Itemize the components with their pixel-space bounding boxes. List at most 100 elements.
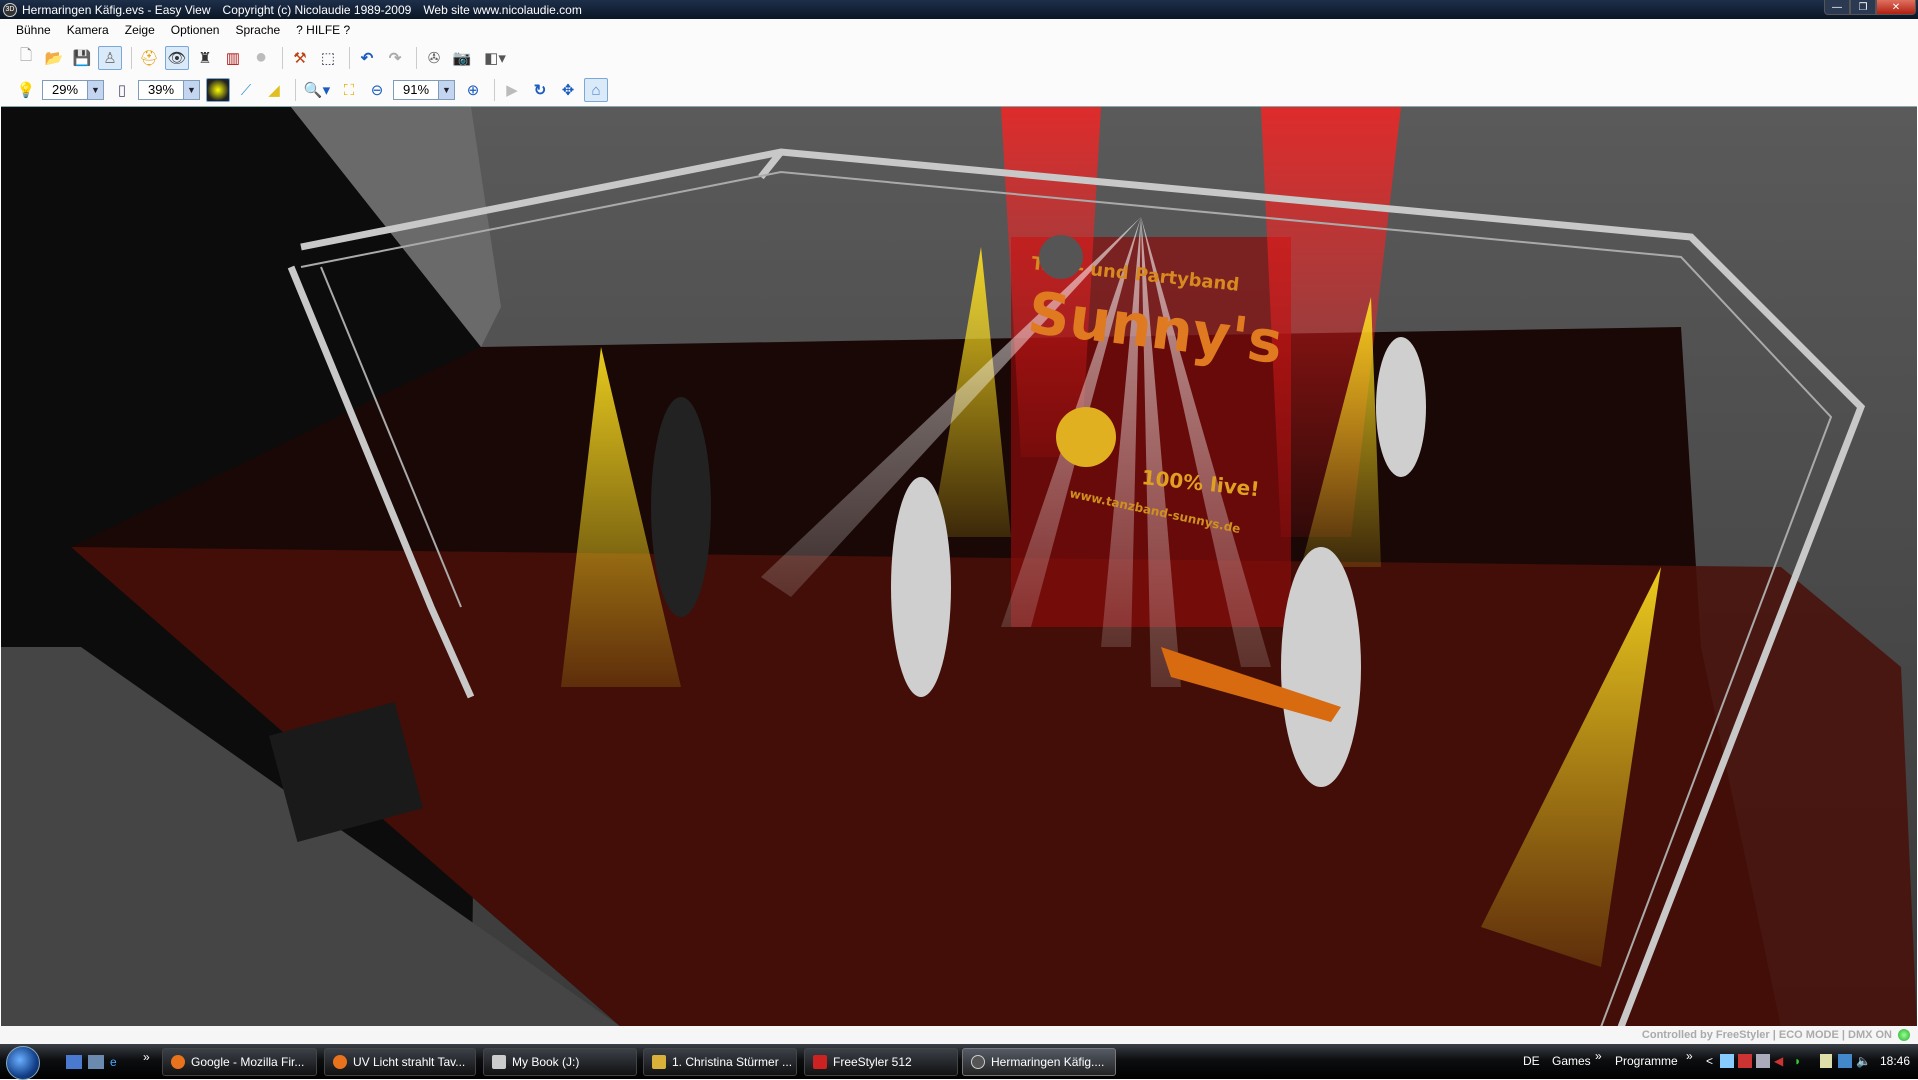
stamp-icon[interactable]: ⚒ [288,46,312,70]
menu-buehne[interactable]: Bühne [16,23,51,37]
taskbar-button-label: FreeStyler 512 [833,1055,912,1069]
redo-icon[interactable]: ↷ [383,46,407,70]
toolbar-games[interactable]: Games [1552,1054,1591,1068]
menu-kamera[interactable]: Kamera [67,23,109,37]
beam-cone-icon[interactable]: ⟋ [234,78,258,102]
maximize-button[interactable]: ❐ [1850,0,1876,15]
zoom-in-dropdown-icon[interactable]: 🔍▾ [301,78,333,102]
quicklaunch-more[interactable]: » [143,1050,159,1064]
show-desktop-icon[interactable] [66,1055,82,1069]
move-icon[interactable]: ✥ [556,78,580,102]
fit-view-icon[interactable]: ⛶ [337,78,361,102]
tray-power-icon[interactable] [1820,1054,1832,1068]
tray-antivirus-icon[interactable] [1738,1054,1752,1068]
chevron-down-icon[interactable]: ▼ [87,81,103,99]
games-chevron[interactable]: » [1595,1049,1602,1063]
switch-windows-icon[interactable] [88,1055,104,1069]
beam-mode-icon[interactable] [206,78,230,102]
home-view-icon[interactable]: ⌂ [584,78,608,102]
tray-speaker-muted-icon[interactable]: ◀ [1774,1054,1783,1068]
render-dropdown-icon[interactable]: ◧▾ [478,46,512,70]
light-level-combo[interactable]: 29% ▼ [42,80,104,100]
mannequin-icon[interactable]: ♙ [98,45,122,70]
controlled-by-text: Controlled by FreeStyler [1641,1029,1770,1041]
moving-head-icon[interactable]: ♜ [193,46,217,70]
zoom-out-icon[interactable]: ⊖ [365,78,389,102]
helmet-icon[interactable]: ⛑ [137,46,161,70]
menu-optionen[interactable]: Optionen [171,23,220,37]
firefox-icon [333,1055,347,1069]
zoom-in-icon[interactable]: ⊕ [461,78,485,102]
taskbar-button-label: Google - Mozilla Fir... [191,1055,305,1069]
3d-stage-viewport[interactable]: Tanz- und Partyband Sunny's 100% live! w… [1,106,1917,1026]
programme-chevron[interactable]: » [1686,1049,1693,1063]
lightbulb-icon[interactable]: 💡 [14,78,38,102]
haze-level-value[interactable]: 39% [139,81,183,99]
menu-zeige[interactable]: Zeige [125,23,155,37]
separator [282,46,283,69]
dmx-icon[interactable]: ▥ [221,46,245,70]
taskbar-button-label: 1. Christina Stürmer ... [672,1055,793,1069]
camera-icon[interactable]: 📷 [450,46,474,70]
menu-sprache[interactable]: Sprache [235,23,280,37]
eco-mode-text: ECO MODE [1778,1029,1839,1041]
taskbar-button-my-book[interactable]: My Book (J:) [483,1048,637,1076]
taskbar-button-christina[interactable]: 1. Christina Stürmer ... [643,1048,797,1076]
freestyler-icon [813,1055,827,1069]
tray-network-icon[interactable] [1838,1054,1852,1068]
rotate-icon[interactable]: ↻ [528,78,552,102]
tray-display-icon[interactable] [1756,1054,1770,1068]
save-icon[interactable]: 💾 [70,46,94,70]
media-icon [652,1055,666,1069]
firefox-icon [171,1055,185,1069]
copyright-text: Copyright (c) Nicolaudie 1989-2009 [222,2,412,17]
app-icon: 3D [3,2,17,17]
minimize-button[interactable]: — [1824,0,1850,15]
toolbar-programme[interactable]: Programme [1615,1054,1678,1068]
view-toolbar: 💡 29% ▼ ▯ 39% ▼ ⟋ ◢ 🔍▾ ⛶ ⊖ 91% ▼ ⊕ ▶ ↻ ✥ ⌂ [0,74,1918,106]
eye-icon[interactable]: 👁 [165,45,189,70]
beam-fill-icon[interactable]: ◢ [262,78,286,102]
dmx-status-led-icon [1898,1029,1910,1041]
language-indicator[interactable]: DE [1523,1054,1540,1068]
tray-volume-icon[interactable]: 🔈 [1856,1054,1871,1068]
menu-bar: Bühne Kamera Zeige Optionen Sprache ? HI… [0,19,1918,41]
website-text: Web site www.nicolaudie.com [423,2,582,17]
sun-logo-icon [1056,407,1116,467]
zoom-level-value[interactable]: 91% [394,81,438,99]
tray-app-icon[interactable] [1720,1054,1734,1068]
taskbar-button-label: UV Licht strahlt Tav... [353,1055,466,1069]
new-file-icon[interactable]: 🗋 [14,46,38,70]
haze-level-combo[interactable]: 39% ▼ [138,80,200,100]
light-level-value[interactable]: 29% [43,81,87,99]
menu-hilfe[interactable]: ? HILFE ? [296,23,350,37]
taskbar-button-easy-view[interactable]: Hermaringen Käfig.... [962,1048,1116,1076]
internet-explorer-icon[interactable]: e [110,1055,126,1069]
film-reel-icon[interactable]: ✇ [422,46,446,70]
main-toolbar: 🗋 📂 💾 ♙ ⛑ 👁 ♜ ▥ ● ⚒ ⬚ ↶ ↷ ✇ 📷 ◧▾ [0,41,1918,74]
cube-icon[interactable]: ⬚ [316,46,340,70]
zoom-level-combo[interactable]: 91% ▼ [393,80,455,100]
separator: | [1772,1029,1776,1041]
stage-scene: Tanz- und Partyband Sunny's 100% live! w… [1,107,1917,1026]
taskbar-button-label: Hermaringen Käfig.... [991,1055,1105,1069]
separator: | [1841,1029,1845,1041]
tray-expand-button[interactable]: < [1706,1054,1713,1068]
separator [494,79,495,101]
undo-icon[interactable]: ↶ [355,46,379,70]
taskbar-button-firefox-uv[interactable]: UV Licht strahlt Tav... [324,1048,476,1076]
pointer-icon[interactable]: ▶ [500,78,524,102]
clock[interactable]: 18:46 [1880,1054,1910,1068]
record-icon[interactable]: ● [249,46,273,70]
chevron-down-icon[interactable]: ▼ [183,81,199,99]
taskbar-button-firefox-google[interactable]: Google - Mozilla Fir... [162,1048,317,1076]
open-folder-icon[interactable]: 📂 [42,46,66,70]
start-button[interactable] [6,1046,40,1080]
tray-nvidia-icon[interactable]: ◗ [1794,1054,1801,1068]
separator [416,46,417,69]
dmx-status-text: DMX ON [1848,1029,1892,1041]
close-button[interactable]: ✕ [1876,0,1916,15]
haze-icon[interactable]: ▯ [110,78,134,102]
taskbar-button-freestyler[interactable]: FreeStyler 512 [804,1048,958,1076]
chevron-down-icon[interactable]: ▼ [438,81,454,99]
